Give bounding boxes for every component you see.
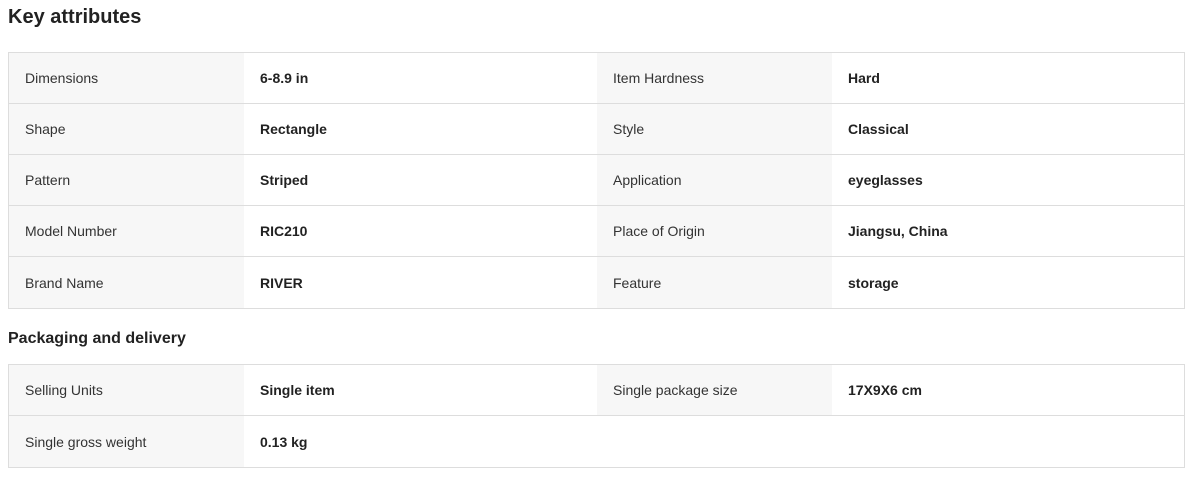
attribute-label: Application bbox=[597, 155, 832, 205]
attribute-label: Selling Units bbox=[9, 365, 244, 415]
empty-cell bbox=[597, 416, 832, 467]
table-row: Shape Rectangle Style Classical bbox=[9, 104, 1184, 155]
table-row: Single gross weight 0.13 kg bbox=[9, 416, 1184, 467]
table-row: Dimensions 6-8.9 in Item Hardness Hard bbox=[9, 53, 1184, 104]
attribute-label: Single gross weight bbox=[9, 416, 244, 467]
attribute-label: Item Hardness bbox=[597, 53, 832, 103]
attribute-value: Classical bbox=[832, 104, 1184, 154]
key-attributes-title: Key attributes bbox=[8, 6, 142, 28]
attribute-value: 17X9X6 cm bbox=[832, 365, 1184, 415]
table-row: Selling Units Single item Single package… bbox=[9, 365, 1184, 416]
attribute-label: Shape bbox=[9, 104, 244, 154]
key-attributes-table: Dimensions 6-8.9 in Item Hardness Hard S… bbox=[8, 52, 1185, 309]
attribute-value: Hard bbox=[832, 53, 1184, 103]
attribute-value: 0.13 kg bbox=[244, 416, 597, 467]
attribute-value: Rectangle bbox=[244, 104, 597, 154]
table-row: Model Number RIC210 Place of Origin Jian… bbox=[9, 206, 1184, 257]
attribute-label: Feature bbox=[597, 257, 832, 308]
attribute-label: Pattern bbox=[9, 155, 244, 205]
attribute-label: Place of Origin bbox=[597, 206, 832, 256]
attribute-label: Brand Name bbox=[9, 257, 244, 308]
packaging-delivery-title: Packaging and delivery bbox=[8, 330, 186, 347]
packaging-delivery-table: Selling Units Single item Single package… bbox=[8, 364, 1185, 468]
attribute-value: RIC210 bbox=[244, 206, 597, 256]
attribute-label: Model Number bbox=[9, 206, 244, 256]
attribute-value: Single item bbox=[244, 365, 597, 415]
attribute-label: Single package size bbox=[597, 365, 832, 415]
table-row: Brand Name RIVER Feature storage bbox=[9, 257, 1184, 308]
attribute-value: Jiangsu, China bbox=[832, 206, 1184, 256]
attribute-label: Style bbox=[597, 104, 832, 154]
attribute-value: eyeglasses bbox=[832, 155, 1184, 205]
attribute-value: 6-8.9 in bbox=[244, 53, 597, 103]
table-row: Pattern Striped Application eyeglasses bbox=[9, 155, 1184, 206]
attribute-value: storage bbox=[832, 257, 1184, 308]
empty-cell bbox=[832, 416, 1184, 467]
attribute-value: RIVER bbox=[244, 257, 597, 308]
attribute-value: Striped bbox=[244, 155, 597, 205]
attribute-label: Dimensions bbox=[9, 53, 244, 103]
